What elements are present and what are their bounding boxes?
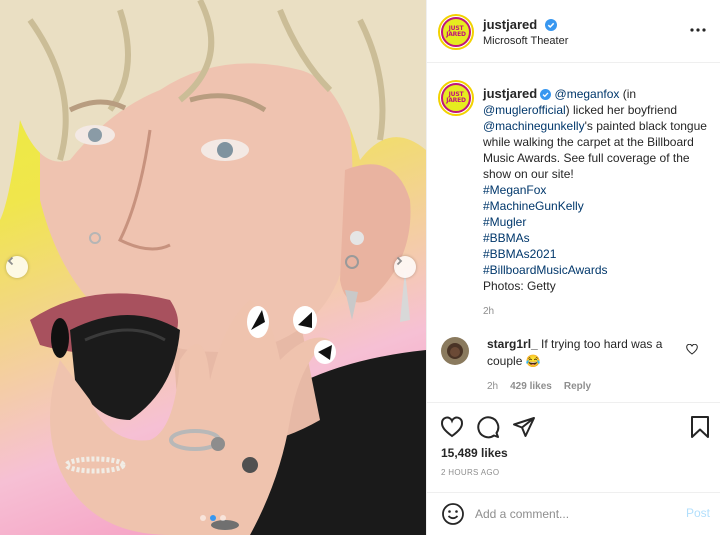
- comment-time[interactable]: 2h: [487, 381, 498, 392]
- justjared-logo: JUST JARED: [441, 83, 471, 113]
- comment-composer: Post: [427, 492, 720, 535]
- hashtag-link[interactable]: #BBMAs2021: [483, 246, 711, 262]
- comment-like-heart-icon[interactable]: [686, 344, 698, 355]
- hashtag-link[interactable]: #BillboardMusicAwards: [483, 262, 711, 278]
- caption-text: ) licked her boyfriend: [565, 103, 678, 117]
- author-avatar[interactable]: JUST JARED: [438, 14, 474, 50]
- commenter-avatar[interactable]: [441, 337, 469, 365]
- hashtag-link[interactable]: #Mugler: [483, 214, 711, 230]
- photo-illustration: [0, 0, 426, 535]
- mention-link[interactable]: @machinegunkelly: [483, 119, 585, 133]
- bookmark-icon[interactable]: [688, 415, 712, 439]
- hashtag-link[interactable]: #BBMAs: [483, 230, 711, 246]
- caption-time[interactable]: 2h: [483, 304, 711, 320]
- logo-text: JUST JARED: [446, 91, 466, 104]
- caption-text: (in: [619, 87, 637, 101]
- hashtag-link[interactable]: #MeganFox: [483, 182, 711, 198]
- carousel-next-button[interactable]: [394, 256, 416, 278]
- post-location[interactable]: Microsoft Theater: [483, 35, 568, 47]
- more-icon[interactable]: [688, 22, 708, 38]
- post-time[interactable]: 2 HOURS AGO: [441, 468, 499, 477]
- comment-body: starg1rl_ If trying too hard was a coupl…: [487, 336, 683, 370]
- carousel-indicator: [0, 515, 426, 521]
- hashtag-link[interactable]: #MachineGunKelly: [483, 198, 711, 214]
- comment-username[interactable]: starg1rl_: [487, 337, 538, 351]
- comment-meta: 2h 429 likes Reply: [487, 381, 591, 392]
- verified-icon: [540, 89, 552, 100]
- justjared-logo: JUST JARED: [441, 17, 471, 47]
- chevron-left-icon: [7, 256, 14, 266]
- comment-likes[interactable]: 429 likes: [510, 381, 552, 392]
- mention-link[interactable]: @muglerofficial: [483, 103, 566, 117]
- carousel-dot: [220, 515, 226, 521]
- comment-icon[interactable]: [476, 415, 500, 439]
- reply-button[interactable]: Reply: [564, 381, 591, 392]
- caption-username[interactable]: justjared: [483, 86, 537, 101]
- post-image: [0, 0, 426, 535]
- caption-avatar[interactable]: JUST JARED: [438, 80, 474, 116]
- mention-link[interactable]: @meganfox: [555, 87, 620, 101]
- verified-icon: [544, 19, 557, 31]
- post-comment-button[interactable]: Post: [686, 506, 710, 520]
- post-caption: justjared @meganfox (in @muglerofficial)…: [483, 86, 711, 320]
- share-icon[interactable]: [512, 415, 536, 439]
- photo-credit: Photos: Getty: [483, 279, 556, 293]
- author-username[interactable]: justjared: [483, 17, 537, 32]
- instagram-post-modal: JUST JARED justjared Microsoft Theater JU…: [0, 0, 720, 535]
- post-sidebar: JUST JARED justjared Microsoft Theater JU…: [426, 0, 720, 535]
- logo-text: JUST JARED: [446, 25, 466, 38]
- likes-count[interactable]: 15,489 likes: [441, 446, 508, 460]
- carousel-dot: [200, 515, 206, 521]
- emoji-icon[interactable]: [441, 502, 465, 526]
- heart-icon[interactable]: [440, 415, 464, 439]
- author-name-row: justjared: [483, 16, 557, 34]
- post-actions: 15,489 likes 2 HOURS AGO: [427, 402, 720, 492]
- post-header: JUST JARED justjared Microsoft Theater: [427, 0, 720, 63]
- carousel-dot-active: [210, 515, 216, 521]
- chevron-right-icon: [396, 256, 403, 266]
- commenter-photo: [441, 337, 469, 365]
- carousel-prev-button[interactable]: [6, 256, 28, 278]
- comment-input[interactable]: [475, 503, 665, 525]
